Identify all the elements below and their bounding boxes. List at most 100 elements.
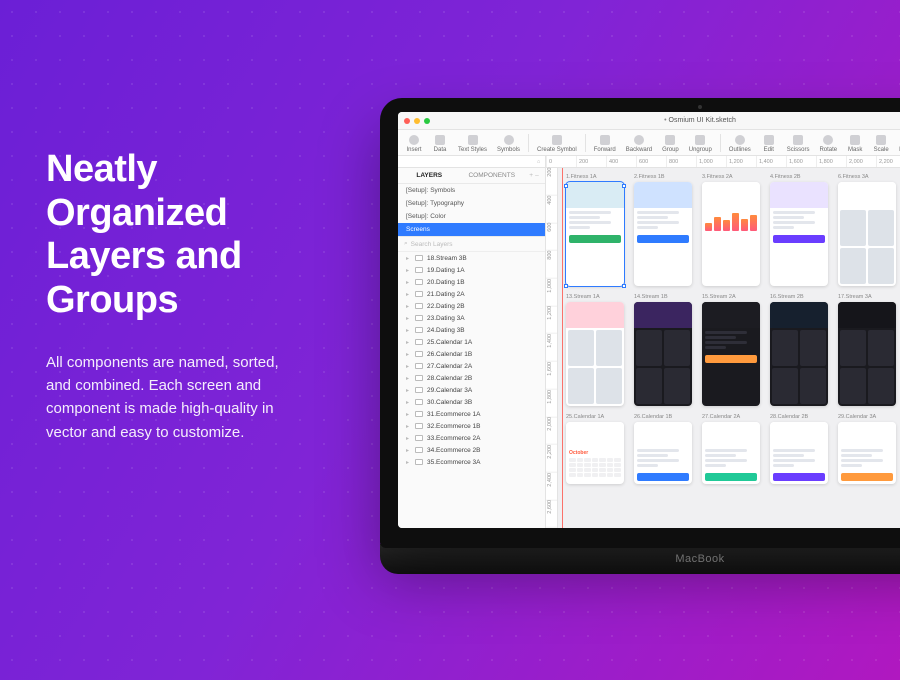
- artboard-label[interactable]: 4.Fitness 2B: [770, 174, 828, 180]
- artboard-frame[interactable]: [634, 182, 692, 286]
- selection-handle[interactable]: [564, 284, 568, 288]
- disclosure-triangle-icon[interactable]: ▸: [406, 303, 411, 310]
- layer-item[interactable]: ▸24.Dating 3B: [398, 324, 545, 336]
- artboard-frame[interactable]: [838, 182, 896, 286]
- artboard[interactable]: 1.Fitness 1A: [566, 174, 624, 286]
- toolbar-scale[interactable]: Scale: [869, 133, 893, 155]
- artboard-frame[interactable]: [566, 302, 624, 406]
- artboard-label[interactable]: 1.Fitness 1A: [566, 174, 624, 180]
- ruler-vertical[interactable]: 2004006008001,0001,2001,4001,6001,8002,0…: [546, 168, 558, 528]
- artboard-label[interactable]: 26.Calendar 1B: [634, 414, 692, 420]
- artboard-frame[interactable]: [770, 182, 828, 286]
- disclosure-triangle-icon[interactable]: ▸: [406, 411, 411, 418]
- disclosure-triangle-icon[interactable]: ▸: [406, 375, 411, 382]
- artboard[interactable]: 4.Fitness 2B: [770, 174, 828, 286]
- page-item[interactable]: [Setup]: Color: [398, 210, 545, 223]
- artboard-frame[interactable]: [838, 302, 896, 406]
- artboard-label[interactable]: 27.Calendar 2A: [702, 414, 760, 420]
- layer-item[interactable]: ▸25.Calendar 1A: [398, 336, 545, 348]
- add-page-button[interactable]: +: [529, 172, 533, 179]
- artboard-label[interactable]: 15.Stream 2A: [702, 294, 760, 300]
- tab-components[interactable]: COMPONENTS: [461, 168, 524, 183]
- layer-item[interactable]: ▸34.Ecommerce 2B: [398, 444, 545, 456]
- artboard-frame[interactable]: [838, 422, 896, 484]
- ruler-horizontal[interactable]: ⌂ 02004006008001,0001,2001,4001,6001,800…: [398, 156, 900, 168]
- artboard[interactable]: 13.Stream 1A: [566, 294, 624, 406]
- layer-item[interactable]: ▸35.Ecommerce 3A: [398, 456, 545, 468]
- artboard[interactable]: 3.Fitness 2A: [702, 174, 760, 286]
- artboard-label[interactable]: 28.Calendar 2B: [770, 414, 828, 420]
- artboard-frame[interactable]: [634, 302, 692, 406]
- layer-item[interactable]: ▸27.Calendar 2A: [398, 360, 545, 372]
- artboard-label[interactable]: 14.Stream 1B: [634, 294, 692, 300]
- toolbar-flatten[interactable]: Flatten: [895, 133, 900, 155]
- layer-item[interactable]: ▸19.Dating 1A: [398, 264, 545, 276]
- disclosure-triangle-icon[interactable]: ▸: [406, 291, 411, 298]
- toolbar-mask[interactable]: Mask: [843, 133, 867, 155]
- disclosure-triangle-icon[interactable]: ▸: [406, 399, 411, 406]
- artboard-label[interactable]: 3.Fitness 2A: [702, 174, 760, 180]
- selection-handle[interactable]: [622, 184, 626, 188]
- artboard-frame[interactable]: October: [566, 422, 624, 484]
- layer-item[interactable]: ▸21.Dating 2A: [398, 288, 545, 300]
- toolbar-data[interactable]: Data: [428, 133, 452, 155]
- layer-item[interactable]: ▸20.Dating 1B: [398, 276, 545, 288]
- layer-item[interactable]: ▸31.Ecommerce 1A: [398, 408, 545, 420]
- artboard-label[interactable]: 2.Fitness 1B: [634, 174, 692, 180]
- layer-item[interactable]: ▸32.Ecommerce 1B: [398, 420, 545, 432]
- ruler-origin[interactable]: ⌂: [532, 156, 546, 168]
- toolbar-outlines[interactable]: Outlines: [725, 133, 755, 155]
- toolbar-symbols[interactable]: Symbols: [493, 133, 524, 155]
- disclosure-triangle-icon[interactable]: ▸: [406, 267, 411, 274]
- toolbar-text-styles[interactable]: Text Styles: [454, 133, 491, 155]
- tab-layers[interactable]: LAYERS: [398, 168, 461, 183]
- artboard[interactable]: 2.Fitness 1B: [634, 174, 692, 286]
- artboard-frame[interactable]: [702, 182, 760, 286]
- page-item[interactable]: [Setup]: Typography: [398, 197, 545, 210]
- artboard-frame[interactable]: [702, 302, 760, 406]
- artboard[interactable]: 6.Fitness 3A: [838, 174, 896, 286]
- disclosure-triangle-icon[interactable]: ▸: [406, 327, 411, 334]
- disclosure-triangle-icon[interactable]: ▸: [406, 447, 411, 454]
- artboard[interactable]: 15.Stream 2A: [702, 294, 760, 406]
- disclosure-triangle-icon[interactable]: ▸: [406, 459, 411, 466]
- layer-item[interactable]: ▸29.Calendar 3A: [398, 384, 545, 396]
- toolbar-create-symbol[interactable]: Create Symbol: [533, 133, 581, 155]
- selection-handle[interactable]: [564, 184, 568, 188]
- artboard[interactable]: 29.Calendar 3A: [838, 414, 896, 484]
- layer-item[interactable]: ▸22.Dating 2B: [398, 300, 545, 312]
- toolbar-insert[interactable]: Insert: [402, 133, 426, 155]
- artboard-label[interactable]: 29.Calendar 3A: [838, 414, 896, 420]
- disclosure-triangle-icon[interactable]: ▸: [406, 351, 411, 358]
- artboard[interactable]: 16.Stream 2B: [770, 294, 828, 406]
- artboard-label[interactable]: 25.Calendar 1A: [566, 414, 624, 420]
- artboard[interactable]: 28.Calendar 2B: [770, 414, 828, 484]
- artboard-label[interactable]: 6.Fitness 3A: [838, 174, 896, 180]
- disclosure-triangle-icon[interactable]: ▸: [406, 255, 411, 262]
- toolbar-ungroup[interactable]: Ungroup: [685, 133, 716, 155]
- canvas-viewport[interactable]: 1.Fitness 1A 2.Fitness 1B 3.Fitness 2A 4.Fi…: [558, 168, 900, 528]
- layer-item[interactable]: ▸33.Ecommerce 2A: [398, 432, 545, 444]
- toolbar-forward[interactable]: Forward: [590, 133, 620, 155]
- layer-item[interactable]: ▸28.Calendar 2B: [398, 372, 545, 384]
- layer-item[interactable]: ▸18.Stream 3B: [398, 252, 545, 264]
- artboard-label[interactable]: 16.Stream 2B: [770, 294, 828, 300]
- artboard[interactable]: 27.Calendar 2A: [702, 414, 760, 484]
- disclosure-triangle-icon[interactable]: ▸: [406, 423, 411, 430]
- artboard-frame[interactable]: [566, 182, 624, 286]
- disclosure-triangle-icon[interactable]: ▸: [406, 363, 411, 370]
- toolbar-edit[interactable]: Edit: [757, 133, 781, 155]
- disclosure-triangle-icon[interactable]: ▸: [406, 435, 411, 442]
- artboard[interactable]: 14.Stream 1B: [634, 294, 692, 406]
- artboard-frame[interactable]: [702, 422, 760, 484]
- artboard-label[interactable]: 17.Stream 3A: [838, 294, 896, 300]
- layer-item[interactable]: ▸26.Calendar 1B: [398, 348, 545, 360]
- toolbar-group[interactable]: Group: [658, 133, 683, 155]
- layer-item[interactable]: ▸30.Calendar 3B: [398, 396, 545, 408]
- collapse-pages-button[interactable]: –: [535, 172, 539, 179]
- artboard-frame[interactable]: [770, 302, 828, 406]
- layer-list[interactable]: ▸18.Stream 3B▸19.Dating 1A▸20.Dating 1B▸…: [398, 252, 545, 528]
- artboard[interactable]: 17.Stream 3A: [838, 294, 896, 406]
- artboard-frame[interactable]: [634, 422, 692, 484]
- selection-handle[interactable]: [622, 284, 626, 288]
